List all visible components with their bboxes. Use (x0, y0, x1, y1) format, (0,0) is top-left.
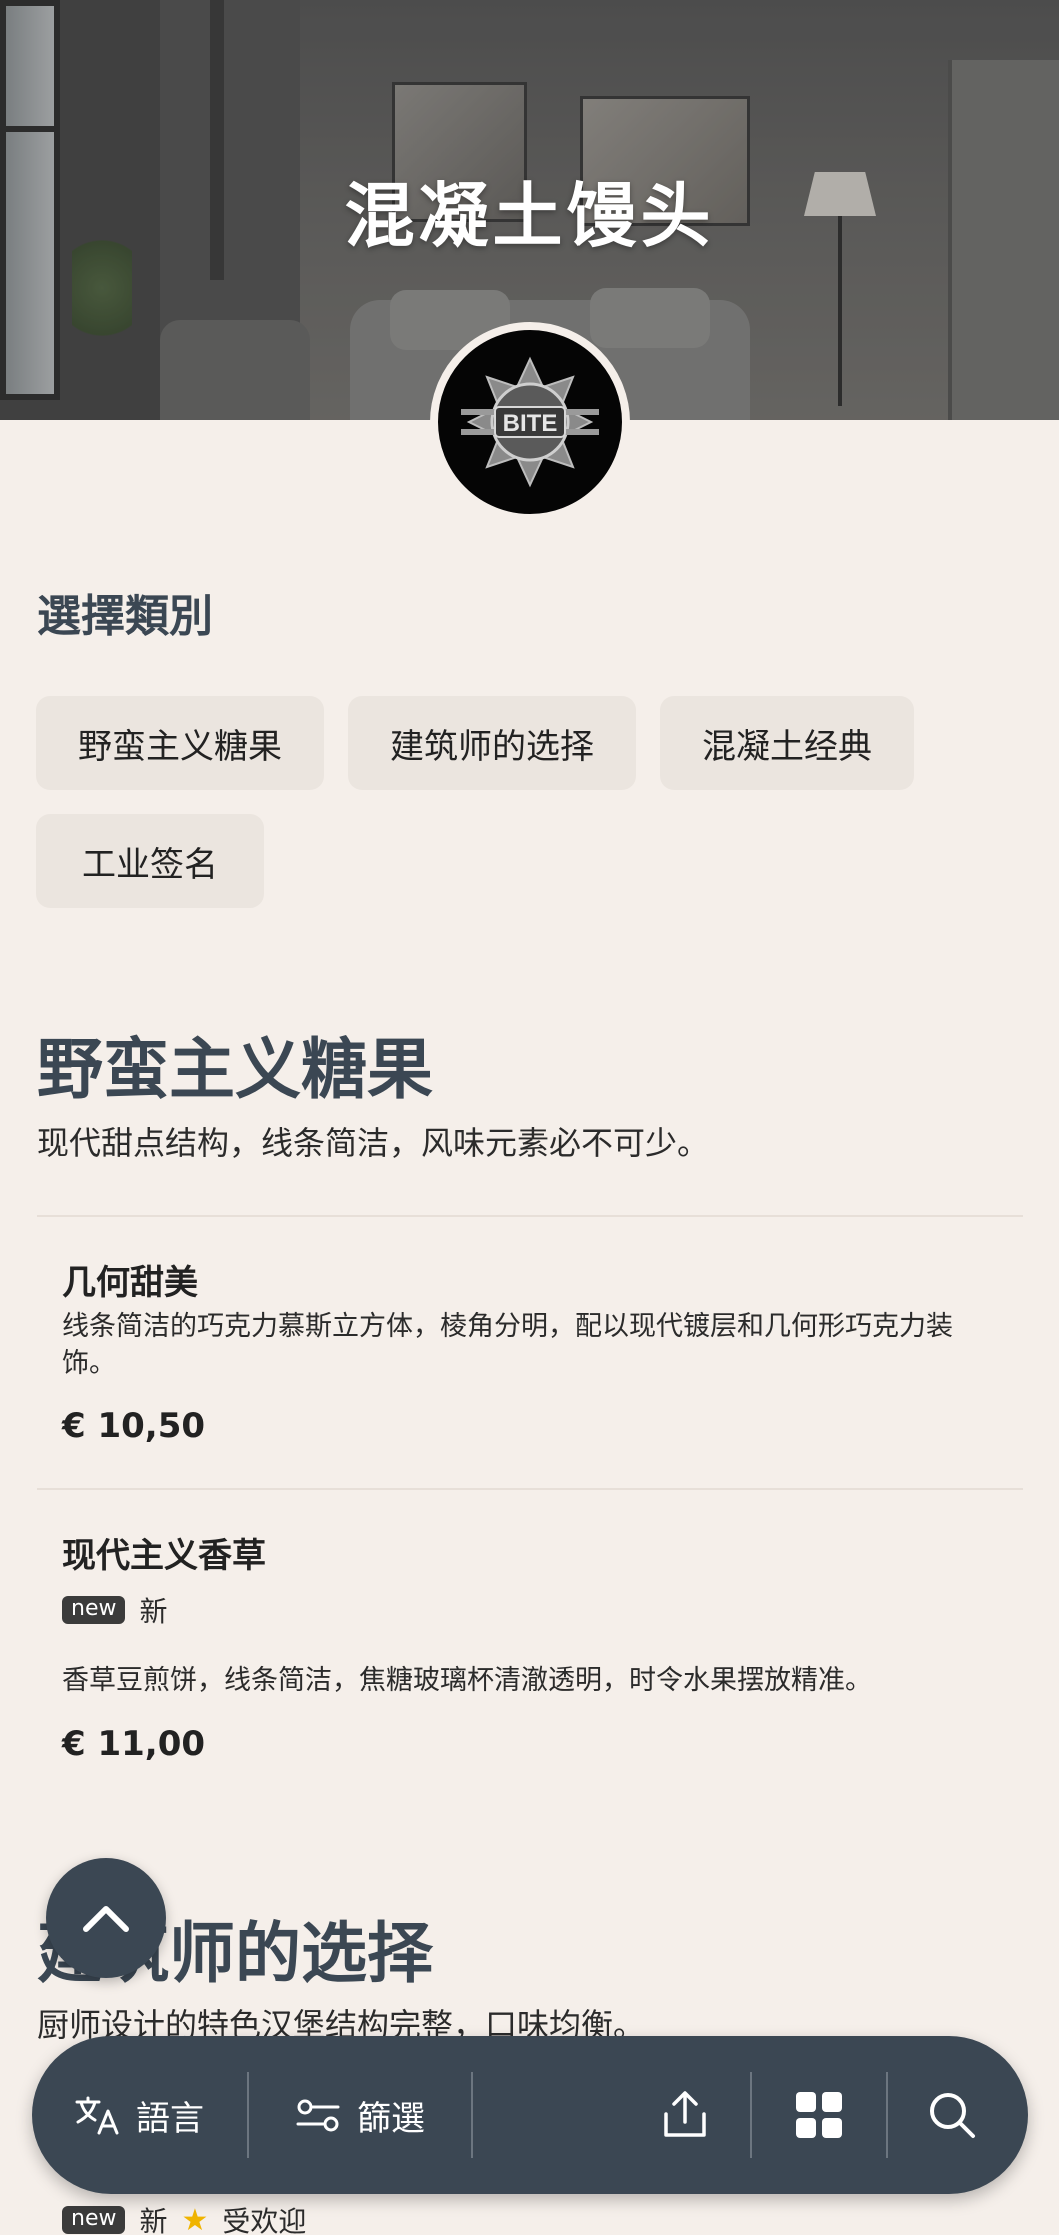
bottom-toolbar: 語言 篩選 (32, 2036, 1028, 2194)
toolbar-separator (471, 2072, 473, 2158)
search-button[interactable] (888, 2036, 1028, 2194)
category-chip-concrete-classics[interactable]: 混凝土经典 (660, 696, 914, 790)
category-section-label: 選擇類別 (37, 591, 213, 642)
menu-section-description: 现代甜点结构，线条简洁，风味元素必不可少。 (37, 1124, 710, 1162)
category-chip-brutalist-sweets[interactable]: 野蛮主义糖果 (36, 696, 324, 790)
popular-badge-label: 受欢迎 (222, 2205, 307, 2235)
star-icon: ★ (181, 2202, 209, 2235)
restaurant-title: 混凝土馒头 (344, 175, 715, 257)
translate-icon (75, 2096, 119, 2135)
new-badge: new (62, 1596, 126, 1624)
filter-label: 篩選 (357, 2098, 425, 2139)
filter-button[interactable]: 篩選 (249, 2036, 471, 2194)
menu-item-price: € 11,00 (62, 1724, 206, 1764)
back-to-top-button[interactable] (46, 1858, 166, 1978)
menu-item-name[interactable]: 现代主义香草 (62, 1528, 266, 1577)
search-icon (930, 2093, 975, 2138)
menu-item-name[interactable]: 几何甜美 (62, 1255, 198, 1304)
restaurant-logo: BITE (430, 322, 630, 522)
grid-icon (796, 2092, 842, 2138)
category-chips: 野蛮主义糖果 建筑师的选择 混凝土经典 工业签名 (36, 696, 1026, 908)
bite-logo-icon: BITE (461, 356, 599, 488)
chevron-up-icon (83, 1906, 129, 1932)
new-badge: new (62, 2206, 126, 2234)
menu-item-price: € 10,50 (62, 1406, 206, 1446)
divider (37, 1215, 1023, 1217)
menu-item-badges: new 新 ★ 受欢迎 (62, 2200, 306, 2235)
divider (37, 1488, 1023, 1490)
language-button[interactable]: 語言 (32, 2036, 247, 2194)
grid-view-button[interactable] (752, 2036, 886, 2194)
menu-section-title: 野蛮主义糖果 (37, 1031, 433, 1108)
category-chip-industrial-signature[interactable]: 工业签名 (36, 814, 264, 908)
svg-text:BITE: BITE (503, 410, 558, 437)
new-badge-label: 新 (139, 2205, 168, 2235)
menu-item-description: 香草豆煎饼，线条简洁，焦糖玻璃杯清澈透明，时令水果摆放精准。 (62, 1665, 872, 1696)
menu-item-badges: new 新 (62, 1590, 168, 1630)
share-icon (664, 2091, 706, 2137)
new-badge-label: 新 (139, 1595, 168, 1628)
category-chip-architects-choice[interactable]: 建筑师的选择 (348, 696, 636, 790)
share-button[interactable] (620, 2036, 750, 2194)
menu-item-description: 线条简洁的巧克力慕斯立方体，棱角分明，配以现代镀层和几何形巧克力装饰。 (62, 1311, 953, 1379)
language-label: 語言 (136, 2098, 204, 2139)
filter-icon (296, 2099, 340, 2132)
